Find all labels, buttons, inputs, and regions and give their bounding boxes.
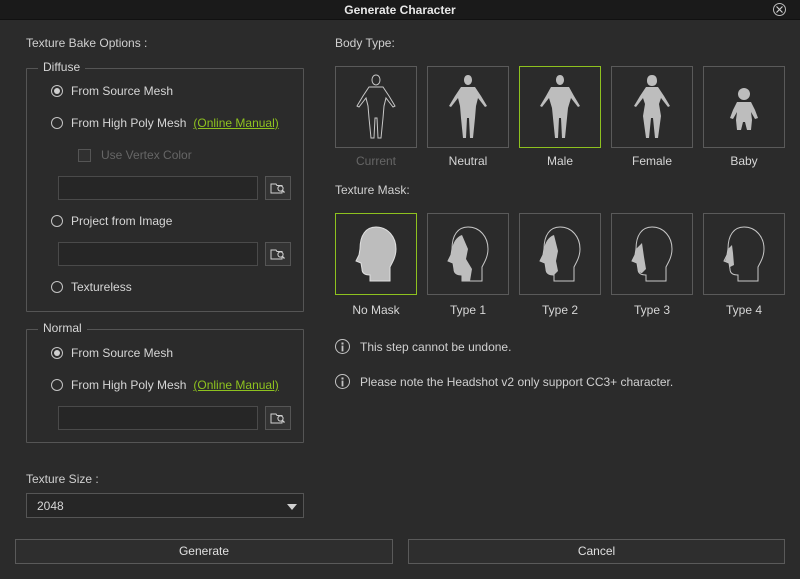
head-type-2-icon [539, 226, 581, 282]
chevron-down-icon [287, 504, 297, 510]
radio-icon [51, 379, 63, 391]
diffuse-from-source-radio[interactable]: From Source Mesh [51, 83, 173, 99]
note-headshot: Please note the Headshot v2 only support… [335, 374, 673, 389]
radio-icon [51, 215, 63, 227]
texture-mask-label: Texture Mask: [335, 183, 410, 197]
body-type-label-neutral: Neutral [448, 154, 488, 168]
body-outline-icon [356, 74, 396, 139]
body-type-label-male: Male [546, 154, 573, 168]
info-icon [335, 339, 350, 354]
texture-mask-type-3[interactable] [611, 213, 693, 295]
texture-mask-type-2[interactable] [519, 213, 601, 295]
radio-selected-icon [51, 347, 63, 359]
normal-from-high-poly-radio[interactable]: From High Poly Mesh (Online Manual) [51, 377, 279, 393]
head-type-3-icon [631, 226, 673, 282]
project-image-browse-button[interactable] [265, 242, 291, 266]
texture-size-select[interactable]: 2048 [26, 493, 304, 518]
diffuse-project-from-image-radio[interactable]: Project from Image [51, 213, 172, 229]
online-manual-link[interactable]: (Online Manual) [193, 116, 278, 130]
body-type-male[interactable] [519, 66, 601, 148]
radio-selected-icon [51, 85, 63, 97]
female-body-icon [634, 75, 670, 138]
radio-label: From Source Mesh [71, 346, 174, 360]
texture-mask-type-4[interactable] [703, 213, 785, 295]
checkbox-label: Use Vertex Color [101, 148, 192, 162]
texture-size-value: 2048 [37, 499, 64, 513]
title-bar: Generate Character [0, 0, 800, 20]
folder-search-icon [270, 249, 285, 260]
body-type-baby[interactable] [703, 66, 785, 148]
window-title: Generate Character [344, 3, 456, 17]
texture-mask-label-type-1: Type 1 [449, 303, 487, 317]
close-icon[interactable] [773, 3, 786, 16]
diffuse-from-high-poly-radio[interactable]: From High Poly Mesh (Online Manual) [51, 115, 279, 131]
texture-mask-no-mask[interactable] [335, 213, 417, 295]
body-type-neutral[interactable] [427, 66, 509, 148]
radio-icon [51, 117, 63, 129]
normal-high-poly-browse-button[interactable] [265, 406, 291, 430]
note-text: Please note the Headshot v2 only support… [360, 374, 674, 389]
neutral-body-icon [449, 75, 487, 138]
cancel-button[interactable]: Cancel [408, 539, 785, 564]
checkbox-icon [78, 148, 91, 162]
note-undo: This step cannot be undone. [335, 339, 511, 354]
radio-label: From Source Mesh [71, 84, 174, 98]
texture-size-label: Texture Size : [26, 472, 99, 486]
folder-search-icon [270, 413, 285, 424]
texture-mask-type-1[interactable] [427, 213, 509, 295]
online-manual-link[interactable]: (Online Manual) [193, 378, 278, 392]
diffuse-high-poly-browse-button[interactable] [265, 176, 291, 200]
note-text: This step cannot be undone. [360, 339, 512, 354]
diffuse-group-title: Diffuse [38, 60, 86, 74]
generate-button[interactable]: Generate [15, 539, 393, 564]
head-type-4-icon [723, 226, 765, 282]
info-icon [335, 374, 350, 389]
radio-label: From High Poly Mesh [71, 378, 187, 392]
body-type-label-baby: Baby [730, 154, 758, 168]
baby-body-icon [730, 88, 758, 130]
use-vertex-color-checkbox[interactable]: Use Vertex Color [78, 148, 192, 162]
diffuse-high-poly-path-input[interactable] [58, 176, 258, 200]
normal-from-source-radio[interactable]: From Source Mesh [51, 345, 173, 361]
texture-mask-label-no-mask: No Mask [352, 303, 400, 317]
head-no-mask-icon [355, 226, 397, 282]
body-type-label-female: Female [631, 154, 672, 168]
radio-label: Textureless [71, 280, 132, 294]
normal-group-title: Normal [38, 321, 87, 335]
body-type-label-current: Current [355, 154, 396, 168]
head-type-1-icon [447, 226, 489, 282]
male-body-icon [540, 75, 580, 138]
texture-mask-label-type-2: Type 2 [541, 303, 579, 317]
body-type-current [335, 66, 417, 148]
body-type-female[interactable] [611, 66, 693, 148]
body-type-label: Body Type: [335, 36, 395, 50]
texture-bake-heading: Texture Bake Options : [26, 36, 148, 50]
radio-label: Project from Image [71, 214, 173, 228]
texture-mask-label-type-3: Type 3 [633, 303, 671, 317]
project-image-path-input[interactable] [58, 242, 258, 266]
radio-label: From High Poly Mesh [71, 116, 187, 130]
radio-icon [51, 281, 63, 293]
normal-high-poly-path-input[interactable] [58, 406, 258, 430]
texture-mask-label-type-4: Type 4 [725, 303, 763, 317]
diffuse-textureless-radio[interactable]: Textureless [51, 279, 132, 295]
folder-search-icon [270, 183, 285, 194]
